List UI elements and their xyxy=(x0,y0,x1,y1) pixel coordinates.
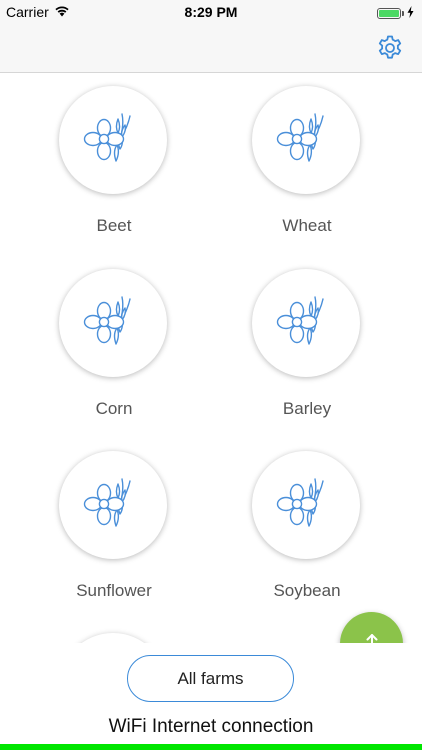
flower-plant-icon xyxy=(276,296,324,345)
crop-tile-soybean[interactable]: Soybean xyxy=(222,438,392,608)
battery-level xyxy=(379,9,399,17)
connection-status-bar xyxy=(0,744,422,750)
all-farms-button[interactable]: All farms xyxy=(127,655,294,702)
crop-tile-partial[interactable] xyxy=(59,633,167,643)
crop-label: Beet xyxy=(96,216,132,235)
flower-plant-icon xyxy=(276,478,324,527)
gear-icon xyxy=(378,35,402,59)
bottom-panel: All farms WiFi Internet connection xyxy=(0,643,422,750)
clock: 8:29 PM xyxy=(184,4,238,20)
crop-label: Barley xyxy=(282,399,332,418)
flower-plant-icon xyxy=(83,478,131,527)
crop-circle xyxy=(252,269,360,377)
crop-tile-barley[interactable]: Barley xyxy=(222,256,392,426)
crop-tile-corn[interactable]: Corn xyxy=(29,256,199,426)
crop-label: Wheat xyxy=(282,216,332,235)
crop-circle xyxy=(252,451,360,559)
flower-plant-icon xyxy=(83,296,131,345)
status-bar: Carrier 8:29 PM xyxy=(0,0,422,24)
settings-button[interactable] xyxy=(376,34,404,62)
crop-tile-sunflower[interactable]: Sunflower xyxy=(29,438,199,608)
connection-status-label: WiFi Internet connection xyxy=(108,716,314,737)
battery-icon xyxy=(377,5,414,21)
crop-label: Corn xyxy=(95,399,133,418)
flower-plant-icon xyxy=(83,113,131,162)
flower-plant-icon xyxy=(276,113,324,162)
crop-label: Soybean xyxy=(273,581,341,600)
crop-tile-beet[interactable]: Beet xyxy=(29,73,199,243)
crop-circle xyxy=(59,269,167,377)
crop-circle xyxy=(59,86,167,194)
crop-circle xyxy=(59,451,167,559)
crop-label: Sunflower xyxy=(76,581,152,600)
charging-icon xyxy=(407,5,414,21)
crop-tile-wheat[interactable]: Wheat xyxy=(222,73,392,243)
navigation-bar xyxy=(0,24,422,73)
app-screen: Carrier 8:29 PM Beet Wheat Corn Barley S… xyxy=(0,0,422,750)
crop-grid: Beet Wheat Corn Barley Sunflower Soybean xyxy=(0,73,422,643)
crop-circle xyxy=(252,86,360,194)
